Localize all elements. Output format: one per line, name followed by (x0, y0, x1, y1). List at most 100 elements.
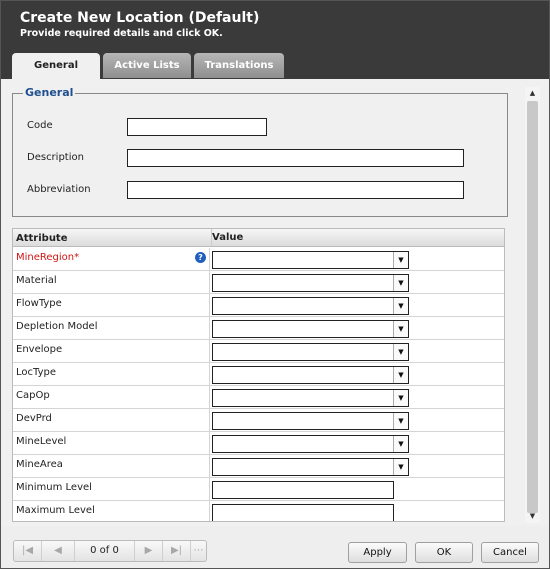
select-value (213, 459, 393, 475)
column-divider (209, 409, 210, 432)
attribute-name: MineRegion* (16, 252, 80, 263)
scroll-up-icon[interactable]: ▲ (525, 87, 540, 100)
column-divider (209, 455, 210, 478)
table-row: MineArea ▼ (13, 455, 504, 478)
value-column-header[interactable]: Value (211, 229, 243, 246)
description-label: Description (27, 152, 84, 163)
envelope-select[interactable]: ▼ (212, 343, 409, 361)
dialog-title: Create New Location (Default) (20, 10, 260, 26)
attribute-name: CapOp (16, 390, 50, 401)
tab-active-lists[interactable]: Active Lists (103, 53, 191, 78)
column-divider (209, 294, 210, 317)
chevron-down-icon[interactable]: ▼ (393, 413, 408, 429)
table-row: CapOp ▼ (13, 386, 504, 409)
select-value (213, 321, 393, 337)
devprd-select[interactable]: ▼ (212, 412, 409, 430)
attribute-name: MineArea (16, 459, 63, 470)
chevron-down-icon[interactable]: ▼ (393, 367, 408, 383)
attribute-name: DevPrd (16, 413, 52, 424)
select-value (213, 298, 393, 314)
cancel-button[interactable]: Cancel (481, 542, 539, 563)
column-divider (209, 432, 210, 455)
prev-page-icon[interactable]: ◀ (42, 541, 75, 561)
last-page-icon[interactable]: ▶| (163, 541, 191, 561)
chevron-down-icon[interactable]: ▼ (393, 252, 408, 268)
attribute-column-header[interactable]: Attribute (16, 233, 68, 244)
dialog-header: Create New Location (Default) Provide re… (1, 1, 549, 79)
column-divider (209, 386, 210, 409)
column-divider (209, 363, 210, 386)
chevron-down-icon[interactable]: ▼ (393, 459, 408, 475)
table-row: Maximum Level (13, 501, 504, 521)
vertical-scrollbar[interactable]: ▲ ▼ (525, 87, 540, 523)
table-row: DevPrd ▼ (13, 409, 504, 432)
code-label: Code (27, 120, 53, 131)
chevron-down-icon[interactable]: ▼ (393, 390, 408, 406)
attribute-name: Maximum Level (16, 505, 95, 516)
select-value (213, 367, 393, 383)
select-value (213, 413, 393, 429)
attribute-name: Depletion Model (16, 321, 98, 332)
next-page-icon[interactable]: ▶ (135, 541, 163, 561)
scrollbar-thumb[interactable] (527, 101, 538, 513)
minimum-level-field[interactable] (212, 481, 394, 499)
select-value (213, 275, 393, 291)
loctype-select[interactable]: ▼ (212, 366, 409, 384)
table-header: Attribute Value (13, 229, 504, 247)
select-value (213, 252, 393, 268)
column-divider (209, 317, 210, 340)
abbreviation-label: Abbreviation (27, 184, 91, 195)
pager: |◀ ◀ 0 of 0 ▶ ▶| ⋯ (13, 540, 207, 562)
attribute-name: MineLevel (16, 436, 67, 447)
tab-translations[interactable]: Translations (194, 53, 284, 78)
select-value (213, 390, 393, 406)
attribute-name: FlowType (16, 298, 62, 309)
chevron-down-icon[interactable]: ▼ (393, 298, 408, 314)
table-row: Envelope ▼ (13, 340, 504, 363)
column-divider (209, 478, 210, 501)
table-row: LocType ▼ (13, 363, 504, 386)
dialog-subtitle: Provide required details and click OK. (20, 28, 223, 39)
attribute-table: Attribute Value MineRegion* ? ▼ Material… (12, 228, 505, 522)
table-row: FlowType ▼ (13, 294, 504, 317)
column-divider (209, 501, 210, 521)
abbreviation-field[interactable] (127, 181, 464, 199)
attribute-name: LocType (16, 367, 56, 378)
table-row: Depletion Model ▼ (13, 317, 504, 340)
chevron-down-icon[interactable]: ▼ (393, 344, 408, 360)
code-field[interactable] (127, 118, 267, 136)
column-divider (209, 340, 210, 363)
scroll-down-icon[interactable]: ▼ (525, 510, 540, 523)
select-value (213, 436, 393, 452)
minelevel-select[interactable]: ▼ (212, 435, 409, 453)
attribute-name: Minimum Level (16, 482, 92, 493)
maximum-level-field[interactable] (212, 504, 394, 521)
chevron-down-icon[interactable]: ▼ (393, 436, 408, 452)
description-field[interactable] (127, 149, 464, 167)
column-divider (209, 271, 210, 294)
ok-button[interactable]: OK (415, 542, 473, 563)
chevron-down-icon[interactable]: ▼ (393, 275, 408, 291)
help-icon[interactable]: ? (195, 252, 206, 263)
attribute-name: Material (16, 275, 57, 286)
create-location-dialog: Create New Location (Default) Provide re… (0, 0, 550, 569)
column-divider (209, 248, 210, 271)
table-row: MineRegion* ? ▼ (13, 248, 504, 271)
capop-select[interactable]: ▼ (212, 389, 409, 407)
table-row: Material ▼ (13, 271, 504, 294)
apply-button[interactable]: Apply (348, 542, 407, 563)
select-value (213, 344, 393, 360)
tab-general[interactable]: General (12, 53, 100, 79)
depletion-model-select[interactable]: ▼ (212, 320, 409, 338)
flowtype-select[interactable]: ▼ (212, 297, 409, 315)
first-page-icon[interactable]: |◀ (14, 541, 42, 561)
minearea-select[interactable]: ▼ (212, 458, 409, 476)
table-row: MineLevel ▼ (13, 432, 504, 455)
chevron-down-icon[interactable]: ▼ (393, 321, 408, 337)
material-select[interactable]: ▼ (212, 274, 409, 292)
general-legend: General (23, 86, 76, 99)
page-size-icon[interactable]: ⋯ (191, 541, 206, 561)
table-row: Minimum Level (13, 478, 504, 501)
page-indicator: 0 of 0 (75, 541, 135, 561)
mineregion-select[interactable]: ▼ (212, 251, 409, 269)
